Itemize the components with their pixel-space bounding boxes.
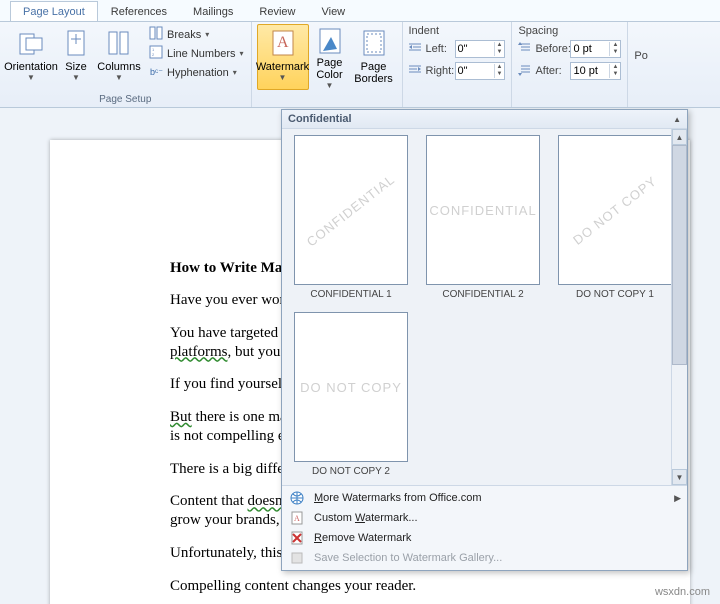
orientation-button[interactable]: Orientation ▼ <box>5 24 57 90</box>
document-workspace: How to Write Mark Have you ever wond You… <box>0 108 720 604</box>
watermark-menu: More Watermarks from Office.com ▶ A Cust… <box>282 485 687 570</box>
ribbon-overflow: Po <box>628 22 651 107</box>
indent-left-icon <box>409 42 423 57</box>
page-borders-label: Page Borders <box>354 61 393 85</box>
spacing-header: Spacing <box>518 24 621 38</box>
orientation-label: Orientation <box>4 61 58 73</box>
indent-right-label: Right: <box>409 64 451 79</box>
spin-down-icon[interactable]: ▼ <box>495 49 505 56</box>
page-color-button[interactable]: Page Color ▼ <box>309 24 351 90</box>
scroll-down-icon[interactable]: ▼ <box>672 469 687 485</box>
spacing-after-label: After: <box>518 64 566 79</box>
watermark-item-confidential-1[interactable]: CONFIDENTIAL CONFIDENTIAL 1 <box>292 135 410 306</box>
spacing-after-icon <box>518 64 532 79</box>
doc-link-platforms[interactable]: platforms <box>170 344 228 360</box>
columns-label: Columns <box>97 61 140 73</box>
chevron-down-icon: ▾ <box>233 68 237 77</box>
page-borders-icon <box>358 27 390 59</box>
spacing-before-label: Before: <box>518 42 566 57</box>
indent-left-input[interactable]: ▲▼ <box>455 40 506 58</box>
scroll-up-icon[interactable]: ▲ <box>672 129 687 145</box>
chevron-down-icon: ▼ <box>72 73 80 82</box>
orientation-icon <box>15 27 47 59</box>
tab-page-layout[interactable]: Page Layout <box>10 1 98 21</box>
spin-up-icon[interactable]: ▲ <box>495 64 505 71</box>
spacing-before-icon <box>518 42 532 57</box>
watermark-item-donotcopy-2[interactable]: DO NOT COPY DO NOT COPY 2 <box>292 312 410 483</box>
watermark-button[interactable]: A Watermark ▼ <box>257 24 309 90</box>
line-numbers-button[interactable]: 12 Line Numbers ▾ <box>149 45 244 62</box>
hyphenation-button[interactable]: bᶜ⁻ Hyphenation ▾ <box>149 64 244 81</box>
hyphenation-label: Hyphenation <box>167 67 229 79</box>
indent-header: Indent <box>409 24 506 38</box>
line-numbers-icon: 12 <box>149 45 163 62</box>
size-button[interactable]: Size ▼ <box>57 24 95 90</box>
svg-text:A: A <box>294 514 300 523</box>
size-icon <box>60 27 92 59</box>
save-icon <box>288 551 306 565</box>
tab-mailings[interactable]: Mailings <box>180 1 246 21</box>
indent-right-input[interactable]: ▲▼ <box>455 62 506 80</box>
watermark-more-officecom[interactable]: More Watermarks from Office.com ▶ <box>282 488 687 508</box>
size-label: Size <box>65 61 86 73</box>
chevron-down-icon: ▼ <box>115 73 123 82</box>
tab-view[interactable]: View <box>308 1 358 21</box>
group-page-setup: Orientation ▼ Size ▼ Columns ▼ <box>0 22 252 107</box>
breaks-button[interactable]: Breaks ▾ <box>149 26 244 43</box>
watermark-category-header: Confidential ▲ <box>282 110 687 129</box>
group-page-background: A Watermark ▼ Page Color ▼ Page Borders <box>252 22 403 107</box>
watermark-icon: A <box>267 27 299 59</box>
tab-review[interactable]: Review <box>246 1 308 21</box>
watermark-gallery-panel: Confidential ▲ CONFIDENTIAL CONFIDENTIAL… <box>281 109 688 571</box>
ribbon: Orientation ▼ Size ▼ Columns ▼ <box>0 22 720 108</box>
page-color-icon <box>314 27 346 55</box>
svg-text:bᶜ⁻: bᶜ⁻ <box>150 67 163 77</box>
watermark-label: Watermark <box>256 61 309 73</box>
remove-icon <box>288 531 306 545</box>
spin-up-icon[interactable]: ▲ <box>610 42 620 49</box>
spin-up-icon[interactable]: ▲ <box>610 64 620 71</box>
group-label-page-background <box>257 93 397 107</box>
watermark-scrollbar[interactable]: ▲ ▼ <box>671 129 687 485</box>
watermark-custom-icon: A <box>288 511 306 525</box>
watermark-item-confidential-2[interactable]: CONFIDENTIAL CONFIDENTIAL 2 <box>424 135 542 306</box>
svg-text:A: A <box>277 34 289 51</box>
columns-icon <box>103 27 135 59</box>
breaks-label: Breaks <box>167 29 201 41</box>
watermark-remove[interactable]: Remove Watermark <box>282 528 687 548</box>
chevron-down-icon: ▼ <box>326 81 334 90</box>
chevron-down-icon: ▾ <box>205 30 209 39</box>
globe-icon <box>288 491 306 505</box>
spin-down-icon[interactable]: ▼ <box>610 49 620 56</box>
ribbon-tabs: Page Layout References Mailings Review V… <box>0 0 720 22</box>
page-borders-button[interactable]: Page Borders <box>351 24 397 90</box>
watermark-save-selection: Save Selection to Watermark Gallery... <box>282 548 687 568</box>
watermark-gallery-scroll: CONFIDENTIAL CONFIDENTIAL 1 CONFIDENTIAL… <box>282 129 687 485</box>
spacing-before-input[interactable]: ▲▼ <box>570 40 621 58</box>
watermark-custom[interactable]: A Custom Watermark... <box>282 508 687 528</box>
chevron-down-icon: ▼ <box>279 73 287 82</box>
spin-down-icon[interactable]: ▼ <box>495 71 505 78</box>
scroll-up-icon[interactable]: ▲ <box>673 115 681 124</box>
spin-down-icon[interactable]: ▼ <box>610 71 620 78</box>
scrollbar-thumb[interactable] <box>672 145 687 365</box>
branding-text: wsxdn.com <box>655 586 710 598</box>
group-label-page-setup: Page Setup <box>5 93 246 107</box>
spin-up-icon[interactable]: ▲ <box>495 42 505 49</box>
chevron-down-icon: ▾ <box>239 49 243 58</box>
spacing-after-input[interactable]: ▲▼ <box>570 62 621 80</box>
indent-right-icon <box>409 64 423 79</box>
tab-references[interactable]: References <box>98 1 180 21</box>
breaks-icon <box>149 26 163 43</box>
hyphenation-icon: bᶜ⁻ <box>149 64 163 81</box>
columns-button[interactable]: Columns ▼ <box>95 24 143 90</box>
group-paragraph: Indent Left: ▲▼ Right: <box>403 22 629 107</box>
submenu-arrow-icon: ▶ <box>674 493 681 504</box>
page-color-label: Page Color <box>314 57 346 81</box>
chevron-down-icon: ▼ <box>27 73 35 82</box>
doc-p8: Compelling content changes your reader. <box>170 577 570 596</box>
indent-left-label: Left: <box>409 42 451 57</box>
watermark-item-donotcopy-1[interactable]: DO NOT COPY DO NOT COPY 1 <box>556 135 674 306</box>
line-numbers-label: Line Numbers <box>167 48 235 60</box>
